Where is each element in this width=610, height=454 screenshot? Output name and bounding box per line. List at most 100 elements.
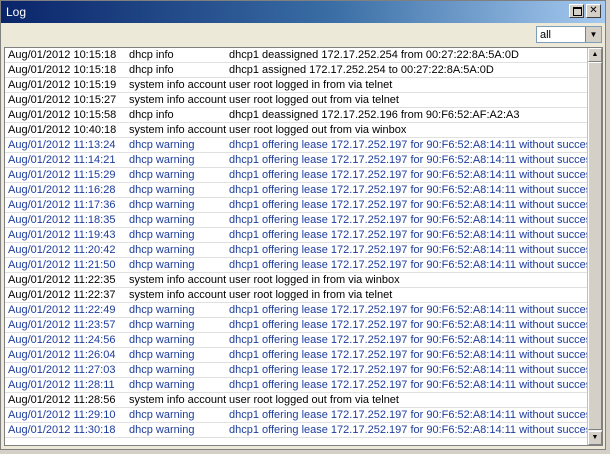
log-topic: dhcp warning xyxy=(129,319,195,331)
log-message: dhcp1 offering lease 172.17.252.197 for … xyxy=(229,214,588,226)
log-time: Aug/01/2012 11:22:35 xyxy=(8,274,116,286)
title-bar[interactable]: Log ✕ xyxy=(1,1,605,23)
log-topic: dhcp warning xyxy=(129,154,195,166)
log-message: user root logged in from via telnet xyxy=(229,79,393,91)
log-row[interactable]: Aug/01/2012 11:18:35 dhcp warning dhcp1 of… xyxy=(5,213,588,228)
log-row[interactable]: Aug/01/2012 11:19:43 dhcp warning dhcp1 of… xyxy=(5,228,588,243)
log-time: Aug/01/2012 11:22:49 xyxy=(8,304,116,316)
log-message: user root logged in from via winbox xyxy=(229,274,400,286)
log-row[interactable]: Aug/01/2012 11:22:49 dhcp warning dhcp1 of… xyxy=(5,303,588,318)
log-time: Aug/01/2012 11:24:56 xyxy=(8,334,116,346)
log-topic: dhcp warning xyxy=(129,409,195,421)
log-message: dhcp1 offering lease 172.17.252.197 for … xyxy=(229,319,588,331)
log-topic: system info account xyxy=(129,394,227,406)
log-message: user root logged out from via telnet xyxy=(229,394,399,406)
log-row[interactable]: Aug/01/2012 11:26:04 dhcp warning dhcp1 of… xyxy=(5,348,588,363)
log-row[interactable]: Aug/01/2012 11:13:24 dhcp warning dhcp1 of… xyxy=(5,138,588,153)
scroll-down-button[interactable]: ▼ xyxy=(588,431,602,445)
vertical-scrollbar[interactable]: ▲ ▼ xyxy=(587,48,602,445)
maximize-button[interactable] xyxy=(569,4,584,18)
log-message: dhcp1 offering lease 172.17.252.197 for … xyxy=(229,199,588,211)
log-time: Aug/01/2012 10:15:18 xyxy=(8,49,117,61)
log-row[interactable]: Aug/01/2012 11:14:21 dhcp warning dhcp1 of… xyxy=(5,153,588,168)
log-message: dhcp1 offering lease 172.17.252.197 for … xyxy=(229,229,588,241)
log-topic: dhcp warning xyxy=(129,214,195,226)
log-time: Aug/01/2012 11:17:36 xyxy=(8,199,116,211)
log-message: dhcp1 offering lease 172.17.252.197 for … xyxy=(229,409,588,421)
log-row[interactable]: Aug/01/2012 11:23:57 dhcp warning dhcp1 of… xyxy=(5,318,588,333)
log-message: dhcp1 deassigned 172.17.252.196 from 90:… xyxy=(229,109,520,121)
log-window: Log ✕ all ▼ Aug/01/2012 10:15:18 dhcp inf… xyxy=(0,0,606,450)
log-topic: system info account xyxy=(129,274,227,286)
log-row[interactable]: Aug/01/2012 11:29:10 dhcp warning dhcp1 of… xyxy=(5,408,588,423)
log-row[interactable]: Aug/01/2012 11:22:37 system info account u… xyxy=(5,288,588,303)
log-topic: system info account xyxy=(129,289,227,301)
log-message: dhcp1 offering lease 172.17.252.197 for … xyxy=(229,184,588,196)
log-message: dhcp1 offering lease 172.17.252.197 for … xyxy=(229,424,588,436)
log-row[interactable]: Aug/01/2012 10:15:18 dhcp info dhcp1 assig… xyxy=(5,63,588,78)
log-time: Aug/01/2012 11:21:50 xyxy=(8,259,116,271)
log-topic: dhcp info xyxy=(129,109,174,121)
log-topic: dhcp warning xyxy=(129,304,195,316)
filter-value: all xyxy=(540,28,552,41)
log-topic: system info account xyxy=(129,124,227,136)
log-time: Aug/01/2012 11:26:04 xyxy=(8,349,116,361)
log-rows: Aug/01/2012 10:15:18 dhcp info dhcp1 deass… xyxy=(5,48,588,445)
log-time: Aug/01/2012 10:40:18 xyxy=(8,124,117,136)
log-time: Aug/01/2012 11:27:03 xyxy=(8,364,116,376)
log-row[interactable]: Aug/01/2012 11:28:11 dhcp warning dhcp1 of… xyxy=(5,378,588,393)
log-message: user root logged out from via winbox xyxy=(229,124,407,136)
log-row[interactable]: Aug/01/2012 11:30:18 dhcp warning dhcp1 of… xyxy=(5,423,588,438)
log-topic: dhcp warning xyxy=(129,379,195,391)
log-row[interactable]: Aug/01/2012 10:15:19 system info account u… xyxy=(5,78,588,93)
log-row[interactable]: Aug/01/2012 11:16:28 dhcp warning dhcp1 of… xyxy=(5,183,588,198)
close-button[interactable]: ✕ xyxy=(586,4,601,18)
log-topic: system info account xyxy=(129,94,227,106)
log-row[interactable]: Aug/01/2012 11:20:42 dhcp warning dhcp1 of… xyxy=(5,243,588,258)
log-topic: dhcp warning xyxy=(129,364,195,376)
topic-filter-select[interactable]: all ▼ xyxy=(536,26,602,43)
log-topic: dhcp info xyxy=(129,49,174,61)
log-time: Aug/01/2012 11:20:42 xyxy=(8,244,116,256)
log-list: Aug/01/2012 10:15:18 dhcp info dhcp1 deass… xyxy=(4,47,603,446)
log-row[interactable]: Aug/01/2012 11:22:35 system info account u… xyxy=(5,273,588,288)
log-topic: dhcp warning xyxy=(129,184,195,196)
dropdown-arrow-icon[interactable]: ▼ xyxy=(585,27,601,42)
log-message: dhcp1 offering lease 172.17.252.197 for … xyxy=(229,169,588,181)
log-topic: dhcp warning xyxy=(129,259,195,271)
log-row[interactable]: Aug/01/2012 10:15:27 system info account u… xyxy=(5,93,588,108)
log-message: user root logged in from via telnet xyxy=(229,289,393,301)
log-row[interactable]: Aug/01/2012 11:17:36 dhcp warning dhcp1 of… xyxy=(5,198,588,213)
log-time: Aug/01/2012 11:19:43 xyxy=(8,229,116,241)
log-message: dhcp1 offering lease 172.17.252.197 for … xyxy=(229,304,588,316)
log-time: Aug/01/2012 11:16:28 xyxy=(8,184,116,196)
log-topic: dhcp warning xyxy=(129,139,195,151)
log-time: Aug/01/2012 10:15:27 xyxy=(8,94,117,106)
log-row[interactable]: Aug/01/2012 11:21:50 dhcp warning dhcp1 of… xyxy=(5,258,588,273)
log-time: Aug/01/2012 11:29:10 xyxy=(8,409,116,421)
log-time: Aug/01/2012 11:28:11 xyxy=(8,379,115,391)
log-row[interactable]: Aug/01/2012 11:28:56 system info account u… xyxy=(5,393,588,408)
log-message: user root logged out from via telnet xyxy=(229,94,399,106)
log-message: dhcp1 offering lease 172.17.252.197 for … xyxy=(229,139,588,151)
log-time: Aug/01/2012 10:15:58 xyxy=(8,109,117,121)
log-row[interactable]: Aug/01/2012 10:15:58 dhcp info dhcp1 deass… xyxy=(5,108,588,123)
log-topic: dhcp warning xyxy=(129,229,195,241)
arrow-up-icon: ▲ xyxy=(591,51,599,58)
log-time: Aug/01/2012 11:15:29 xyxy=(8,169,116,181)
toolbar: all ▼ xyxy=(1,23,605,47)
log-row[interactable]: Aug/01/2012 10:40:18 system info account u… xyxy=(5,123,588,138)
log-row[interactable]: Aug/01/2012 11:27:03 dhcp warning dhcp1 of… xyxy=(5,363,588,378)
log-message: dhcp1 offering lease 172.17.252.197 for … xyxy=(229,154,588,166)
log-row[interactable]: Aug/01/2012 11:15:29 dhcp warning dhcp1 of… xyxy=(5,168,588,183)
log-row[interactable]: Aug/01/2012 11:24:56 dhcp warning dhcp1 of… xyxy=(5,333,588,348)
arrow-down-icon: ▼ xyxy=(591,434,599,441)
maximize-icon xyxy=(573,7,582,16)
log-message: dhcp1 offering lease 172.17.252.197 for … xyxy=(229,334,588,346)
log-row[interactable]: Aug/01/2012 10:15:18 dhcp info dhcp1 deass… xyxy=(5,48,588,63)
log-topic: dhcp warning xyxy=(129,169,195,181)
log-time: Aug/01/2012 11:13:24 xyxy=(8,139,116,151)
scrollbar-thumb[interactable] xyxy=(588,62,602,430)
log-time: Aug/01/2012 11:23:57 xyxy=(8,319,116,331)
scroll-up-button[interactable]: ▲ xyxy=(588,48,602,62)
